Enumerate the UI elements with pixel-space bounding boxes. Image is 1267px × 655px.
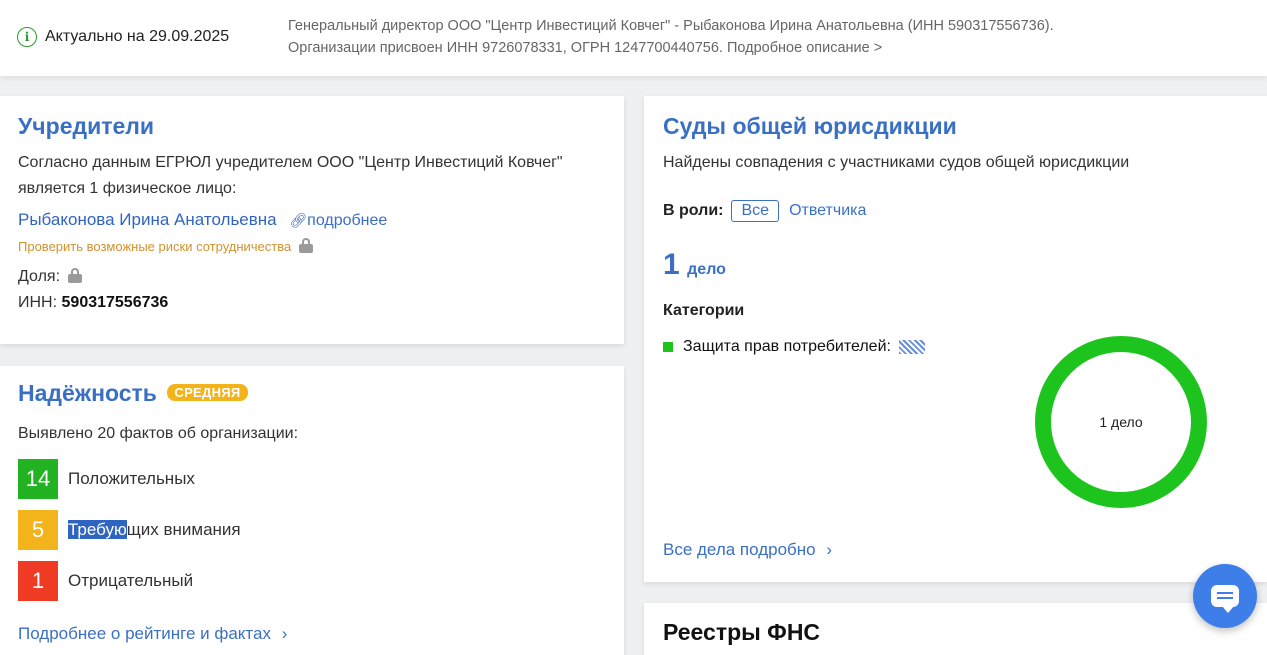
cases-donut-chart: 1 дело <box>1035 336 1207 508</box>
founders-title: Учредители <box>18 113 155 139</box>
summary-line-1: Генеральный директор ООО "Центр Инвестиц… <box>288 18 1054 34</box>
inn-row: ИНН: 590317556736 <box>18 290 168 316</box>
founder-name-link[interactable]: Рыбаконова Ирина Анатольевна <box>18 210 277 229</box>
category-color-square <box>663 342 673 352</box>
fact-positive[interactable]: 14 Положительных <box>18 459 195 499</box>
risk-check-link[interactable]: Проверить возможные риски сотрудничества <box>18 239 291 254</box>
fact-attention[interactable]: 5 Требующих внимания <box>18 510 241 550</box>
category-label: Защита прав потребителей: <box>683 338 891 355</box>
role-all-button[interactable]: Все <box>731 200 780 222</box>
chevron-right-icon: › <box>281 624 288 643</box>
role-label: В роли: <box>663 202 724 219</box>
link-icon: 🔗︎ <box>289 212 308 228</box>
rating-more-link[interactable]: Подробнее о рейтинге и фактах <box>18 624 271 643</box>
role-defendant-button[interactable]: Ответчика <box>789 202 866 220</box>
all-cases-link[interactable]: Все дела подробно <box>663 540 816 559</box>
fact-count: 14 <box>18 459 58 499</box>
hidden-value-pattern <box>898 340 925 354</box>
founders-text: Согласно данным ЕГРЮЛ учредителем ООО "Ц… <box>18 154 563 197</box>
fact-negative[interactable]: 1 Отрицательный <box>18 561 193 601</box>
top-info-bar: i Актуально на 29.09.2025 Генеральный ди… <box>0 0 1267 76</box>
cases-count-unit: дело <box>687 261 726 278</box>
risk-row: Проверить возможные риски сотрудничества <box>18 238 313 254</box>
share-row: Доля: <box>18 264 83 290</box>
fact-count: 1 <box>18 561 58 601</box>
cases-count[interactable]: 1 дело <box>663 248 726 282</box>
reliability-title: Надёжность <box>18 380 157 406</box>
courts-title: Суды общей юрисдикции <box>663 113 957 139</box>
reliability-header: Надёжность СРЕДНЯЯ <box>18 380 248 407</box>
reliability-card: Надёжность СРЕДНЯЯ Выявлено 20 фактов об… <box>0 366 624 655</box>
fact-count: 5 <box>18 510 58 550</box>
info-icon: i <box>17 27 37 47</box>
all-cases-row: Все дела подробно › <box>663 540 832 560</box>
actual-date: i Актуально на 29.09.2025 <box>17 27 229 47</box>
chat-button[interactable] <box>1193 564 1257 628</box>
fact-label: Требующих внимания <box>68 520 241 540</box>
rating-more-row: Подробнее о рейтинге и фактах › <box>18 624 287 644</box>
fns-title: Реестры ФНС <box>663 619 821 645</box>
founder-row: Рыбаконова Ирина Анатольевна 🔗︎подробнее <box>18 210 387 230</box>
inn-value: 590317556736 <box>61 294 169 311</box>
donut-center-label: 1 дело <box>1099 414 1142 430</box>
summary-line-2[interactable]: Организации присвоен ИНН 9726078331, ОГР… <box>288 37 1248 59</box>
chat-icon <box>1211 585 1239 613</box>
categories-title: Категории <box>663 302 745 319</box>
share-label: Доля: <box>18 268 61 285</box>
fact-label: Положительных <box>68 469 195 488</box>
lock-icon <box>68 268 83 283</box>
lock-icon <box>298 238 313 253</box>
founders-card: Учредители Согласно данным ЕГРЮЛ учредит… <box>0 96 624 344</box>
category-item: Защита прав потребителей: <box>663 338 925 356</box>
inn-label: ИНН: <box>18 294 58 311</box>
courts-text: Найдены совпадения с участниками судов о… <box>663 154 1130 171</box>
fact-label-rest: щих внимания <box>126 520 241 539</box>
selected-text: Требую <box>68 520 127 539</box>
chevron-right-icon: › <box>826 540 833 559</box>
company-summary: Генеральный директор ООО "Центр Инвестиц… <box>288 15 1248 59</box>
courts-card: Суды общей юрисдикции Найдены совпадения… <box>644 96 1267 582</box>
reliability-summary: Выявлено 20 фактов об организации: <box>18 425 299 442</box>
reliability-badge: СРЕДНЯЯ <box>167 384 248 401</box>
fact-label: Отрицательный <box>68 571 194 590</box>
role-filter: В роли: Все Ответчика <box>663 200 866 222</box>
fns-card: Реестры ФНС <box>644 603 1267 655</box>
cases-count-number: 1 <box>663 248 680 281</box>
founder-details-link[interactable]: подробнее <box>307 212 387 229</box>
actual-date-label: Актуально на 29.09.2025 <box>45 28 230 45</box>
